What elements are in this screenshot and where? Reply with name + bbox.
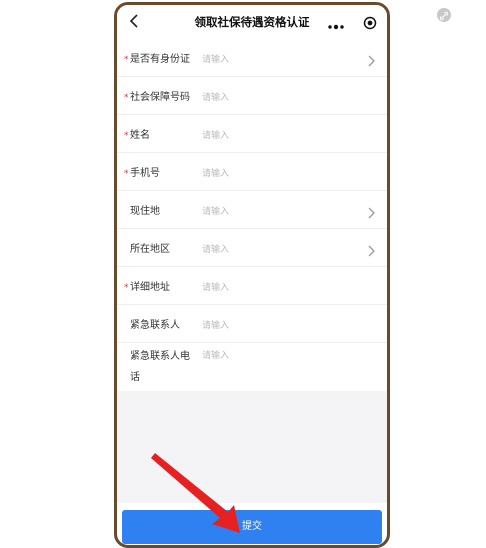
- form-row[interactable]: * 是否有身份证 请输入: [117, 39, 387, 77]
- field-label-text: 是否有身份证: [130, 54, 190, 65]
- field-input[interactable]: 请输入: [202, 241, 229, 259]
- menu-capsule: [327, 12, 377, 31]
- required-mark: *: [124, 169, 129, 179]
- more-dots-icon[interactable]: [327, 17, 345, 29]
- field-label: 所在地区: [130, 240, 200, 260]
- field-label-text: 社会保障号码: [130, 92, 190, 103]
- field-label-text: 所在地区: [130, 244, 170, 255]
- form-row[interactable]: * 社会保障号码 请输入: [117, 77, 387, 115]
- required-mark: *: [124, 283, 129, 293]
- field-label: 现住地: [130, 202, 200, 222]
- field-input[interactable]: 请输入: [202, 317, 229, 335]
- field-input[interactable]: 请输入: [202, 347, 229, 365]
- field-label: * 姓名: [124, 126, 200, 146]
- form-row[interactable]: * 详细地址 请输入: [117, 267, 387, 305]
- link-icon: [437, 8, 451, 22]
- form-row[interactable]: 紧急联系人 请输入: [117, 305, 387, 343]
- required-mark: *: [124, 55, 129, 65]
- field-input[interactable]: 请输入: [202, 165, 229, 183]
- field-label-text: 姓名: [130, 130, 150, 141]
- field-label: * 社会保障号码: [124, 88, 200, 108]
- field-label: * 手机号: [124, 164, 200, 184]
- required-mark: *: [124, 93, 129, 103]
- field-label-text: 紧急联系人电话: [130, 351, 190, 383]
- field-label-text: 详细地址: [130, 282, 170, 293]
- field-label: * 详细地址: [124, 278, 200, 298]
- field-input[interactable]: 请输入: [202, 127, 229, 145]
- form-row[interactable]: * 姓名 请输入: [117, 115, 387, 153]
- required-mark: *: [124, 131, 129, 141]
- field-input[interactable]: 请输入: [202, 279, 229, 297]
- field-label: 紧急联系人: [130, 316, 200, 336]
- chevron-right-icon[interactable]: [367, 52, 375, 67]
- target-icon[interactable]: [363, 15, 377, 29]
- form: * 是否有身份证 请输入 * 社会保障号码 请输入 * 姓名 请输入 * 手机号 请输入 现住地 请输入所…: [117, 39, 387, 401]
- field-input[interactable]: 请输入: [202, 203, 229, 221]
- form-row[interactable]: 所在地区 请输入: [117, 229, 387, 267]
- field-input[interactable]: 请输入: [202, 89, 229, 107]
- field-label: 紧急联系人电话: [130, 346, 198, 388]
- navbar: 领取社保待遇资格认证: [117, 5, 387, 39]
- chevron-right-icon[interactable]: [367, 204, 375, 219]
- chevron-right-icon[interactable]: [367, 242, 375, 257]
- field-label: * 是否有身份证: [124, 50, 200, 70]
- field-input[interactable]: 请输入: [202, 51, 229, 69]
- form-row[interactable]: * 手机号 请输入: [117, 153, 387, 191]
- field-label-text: 紧急联系人: [130, 320, 180, 331]
- red-pointer-arrow: [151, 453, 240, 533]
- field-label-text: 现住地: [130, 206, 160, 217]
- form-row[interactable]: 现住地 请输入: [117, 191, 387, 229]
- field-label-text: 手机号: [130, 168, 160, 179]
